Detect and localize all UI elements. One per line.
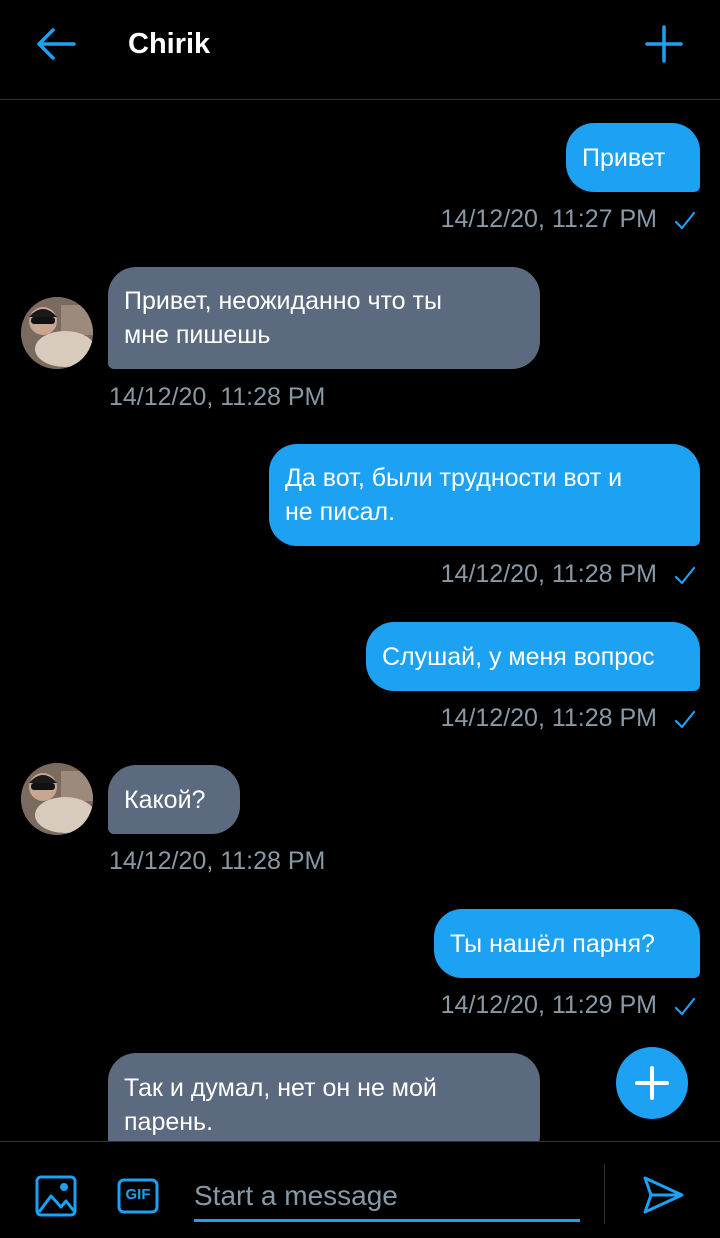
conversation-title[interactable]: Chirik bbox=[128, 28, 210, 61]
message-text: Слушай, у меня вопрос bbox=[382, 642, 655, 671]
message-timestamp: 14/12/20, 11:28 PM bbox=[440, 704, 657, 732]
read-check-icon bbox=[674, 997, 696, 1016]
outgoing-message[interactable]: Слушай, у меня вопрос bbox=[366, 622, 700, 691]
incoming-message[interactable]: Так и думал, нет он не мой парень. bbox=[108, 1053, 540, 1141]
image-icon bbox=[35, 1175, 77, 1217]
arrow-left-icon bbox=[37, 28, 76, 60]
message-timestamp: 14/12/20, 11:28 PM bbox=[440, 560, 657, 588]
add-image-button[interactable] bbox=[34, 1174, 78, 1218]
message-composer: GIF bbox=[0, 1141, 720, 1238]
message-text: парень. bbox=[124, 1108, 214, 1136]
gif-label: GIF bbox=[125, 1186, 151, 1203]
avatar-photo-icon bbox=[21, 763, 93, 835]
avatar-photo-icon bbox=[21, 297, 93, 369]
message-text: Так и думал, нет он не мой bbox=[124, 1074, 437, 1102]
compose-fab-button[interactable] bbox=[616, 1047, 688, 1119]
outgoing-message[interactable]: Привет bbox=[566, 123, 700, 192]
message-timestamp: 14/12/20, 11:29 PM bbox=[440, 991, 657, 1019]
incoming-message[interactable]: Какой? bbox=[108, 765, 240, 834]
message-text: Ты нашёл парня? bbox=[450, 929, 655, 958]
send-button[interactable] bbox=[640, 1172, 686, 1218]
outgoing-message[interactable]: Да вот, были трудности вот и не писал. bbox=[269, 444, 700, 546]
plus-icon bbox=[645, 25, 683, 63]
message-text: Какой? bbox=[124, 785, 206, 814]
add-gif-button[interactable]: GIF bbox=[116, 1176, 160, 1216]
message-text: мне пишешь bbox=[124, 321, 271, 349]
message-text: Да вот, были трудности вот и bbox=[285, 464, 623, 492]
message-thread[interactable]: Привет 14/12/20, 11:27 PM Привет, неожид… bbox=[0, 101, 720, 1141]
read-check-icon bbox=[674, 566, 696, 585]
avatar[interactable] bbox=[21, 297, 93, 369]
message-text: Привет bbox=[582, 143, 666, 172]
message-input[interactable] bbox=[194, 1172, 580, 1222]
message-text: Привет, неожиданно что ты bbox=[124, 287, 442, 315]
read-check-icon bbox=[674, 710, 696, 729]
incoming-message[interactable]: Привет, неожиданно что ты мне пишешь bbox=[108, 267, 540, 369]
send-icon bbox=[643, 1176, 684, 1214]
top-bar: Chirik bbox=[0, 0, 720, 100]
read-check-icon bbox=[674, 211, 696, 230]
new-message-button[interactable] bbox=[642, 22, 686, 66]
message-timestamp: 14/12/20, 11:27 PM bbox=[440, 205, 657, 233]
divider bbox=[604, 1164, 605, 1224]
message-timestamp: 14/12/20, 11:28 PM bbox=[109, 383, 326, 411]
back-button[interactable] bbox=[34, 24, 78, 64]
outgoing-message[interactable]: Ты нашёл парня? bbox=[434, 909, 700, 978]
plus-icon bbox=[635, 1066, 669, 1100]
message-text: не писал. bbox=[285, 498, 396, 526]
avatar[interactable] bbox=[21, 763, 93, 835]
message-timestamp: 14/12/20, 11:28 PM bbox=[109, 847, 326, 875]
